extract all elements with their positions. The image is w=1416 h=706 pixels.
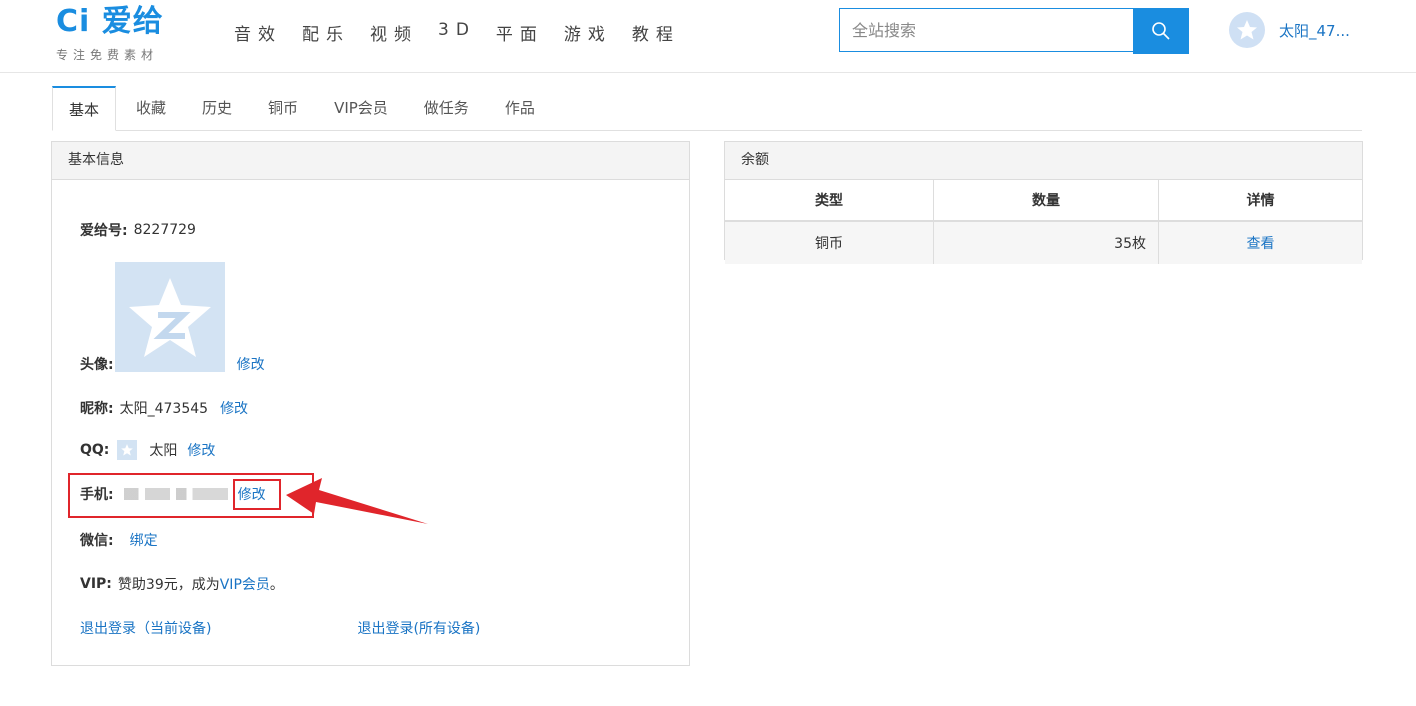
- qq-edit-link[interactable]: 修改: [187, 440, 215, 460]
- wechat-label: 微信:: [80, 533, 114, 549]
- logo-slogan: 专注免费素材: [56, 48, 159, 62]
- tab-coins[interactable]: 铜币: [252, 86, 314, 130]
- main-nav: 音效 配乐 视频 3D 平面 游戏 教程: [234, 20, 700, 45]
- search-input[interactable]: 全站搜索: [839, 8, 1133, 52]
- col-amount: 数量: [933, 180, 1159, 222]
- vip-row: VIP: 赞助39元，成为 VIP会员 。: [80, 574, 284, 594]
- table-row: 铜币 35枚 查看: [725, 221, 1362, 264]
- nav-item-video[interactable]: 视频: [370, 20, 418, 45]
- avatar-edit-link[interactable]: 修改: [237, 354, 265, 374]
- user-name: 太阳_47...: [1279, 21, 1350, 40]
- nav-item-3d[interactable]: 3D: [438, 20, 476, 45]
- vip-end: 。: [269, 577, 284, 593]
- top-header: Ci 爱给 专注免费素材 音效 配乐 视频 3D 平面 游戏 教程 全站搜索 太…: [0, 0, 1416, 73]
- user-menu[interactable]: 太阳_47...: [1229, 12, 1350, 48]
- nav-item-game[interactable]: 游戏: [564, 20, 612, 45]
- nickname-value: 太阳_473545: [119, 401, 209, 417]
- logo-text: Ci 爱给: [56, 4, 164, 39]
- nickname-row: 昵称: 太阳_473545 修改: [80, 398, 248, 418]
- wechat-row: 微信: 绑定: [80, 530, 158, 550]
- annotation-arrow-icon: [286, 478, 428, 524]
- tab-works[interactable]: 作品: [489, 86, 551, 130]
- star-icon: [1237, 20, 1257, 40]
- search-box: 全站搜索: [839, 8, 1190, 54]
- qq-nickname: 太阳: [149, 443, 178, 459]
- qq-avatar-icon: [117, 440, 138, 460]
- logout-all-link[interactable]: 退出登录(所有设备): [357, 618, 480, 638]
- view-detail-link[interactable]: 查看: [1247, 236, 1275, 252]
- search-icon: [1152, 22, 1170, 40]
- vip-text: 赞助39元，成为: [117, 577, 220, 593]
- balance-table: 类型 数量 详情 铜币 35枚 查看: [725, 180, 1362, 264]
- highlight-box-edit-link: [233, 479, 281, 510]
- account-id-row: 爱给号: 8227729: [80, 220, 196, 240]
- nav-item-music[interactable]: 配乐: [302, 20, 350, 45]
- avatar-row: 头像: 修改: [80, 262, 265, 374]
- tab-tasks[interactable]: 做任务: [408, 86, 485, 130]
- qq-star-icon: [128, 278, 211, 357]
- nav-item-tutorial[interactable]: 教程: [632, 20, 680, 45]
- wechat-bind-link[interactable]: 绑定: [130, 530, 158, 550]
- nickname-label: 昵称:: [80, 401, 114, 417]
- tab-vip[interactable]: VIP会员: [318, 86, 404, 130]
- nav-item-graphic[interactable]: 平面: [496, 20, 544, 45]
- logout-current-link[interactable]: 退出登录（当前设备): [80, 618, 211, 638]
- tab-favorites[interactable]: 收藏: [120, 86, 182, 130]
- account-tabs: 基本 收藏 历史 铜币 VIP会员 做任务 作品: [52, 86, 1362, 131]
- vip-label: VIP:: [80, 576, 112, 592]
- table-header-row: 类型 数量 详情: [725, 180, 1362, 222]
- tab-basic[interactable]: 基本: [52, 86, 117, 131]
- avatar: [114, 262, 225, 372]
- col-type: 类型: [725, 180, 934, 222]
- balance-title: 余额: [725, 142, 1362, 180]
- cell-amount: 35枚: [933, 221, 1159, 264]
- balance-panel: 余额 类型 数量 详情 铜币 35枚 查看: [724, 141, 1363, 264]
- tab-history[interactable]: 历史: [186, 86, 248, 130]
- nickname-edit-link[interactable]: 修改: [220, 398, 248, 418]
- logout-row: 退出登录（当前设备) 退出登录(所有设备): [80, 618, 480, 638]
- account-id-value: 8227729: [133, 222, 196, 238]
- qq-row: QQ: 太阳 修改: [80, 440, 215, 460]
- search-button[interactable]: [1133, 8, 1189, 54]
- col-detail: 详情: [1158, 180, 1362, 222]
- vip-link[interactable]: VIP会员: [220, 574, 270, 594]
- qq-label: QQ:: [80, 442, 110, 458]
- basic-info-panel: 基本信息 爱给号: 8227729 头像: 修改 昵称: 太阳_473545 修…: [51, 141, 690, 666]
- avatar-label: 头像:: [80, 357, 114, 373]
- cell-type: 铜币: [725, 221, 934, 264]
- account-id-label: 爱给号:: [80, 223, 128, 239]
- nav-item-sound[interactable]: 音效: [234, 20, 282, 45]
- user-avatar: [1229, 12, 1265, 48]
- panel-title: 基本信息: [52, 142, 689, 180]
- site-logo[interactable]: Ci 爱给 专注免费素材: [56, 4, 206, 66]
